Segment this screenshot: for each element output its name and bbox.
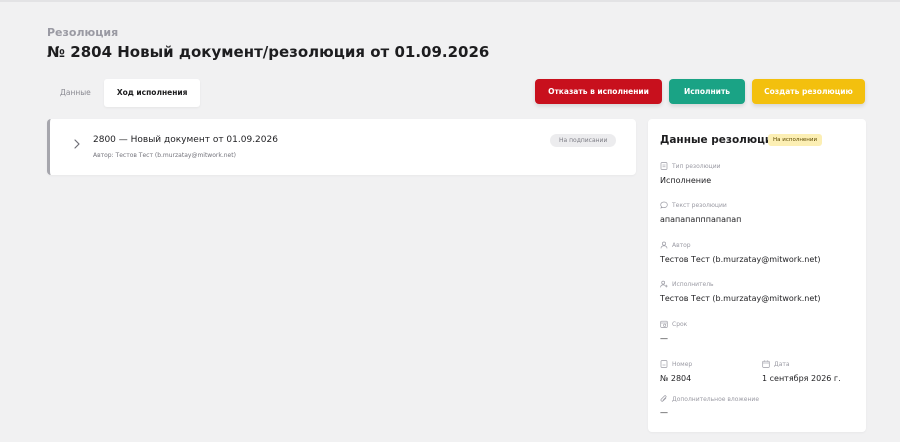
tab-execution-progress[interactable]: Ход исполнения (103, 79, 201, 107)
create-resolution-button[interactable]: Создать резолюцию (752, 79, 865, 104)
paperclip-icon (660, 395, 667, 402)
reject-execution-button[interactable]: Отказать в исполнении (535, 79, 662, 104)
field-author-value: Тестов Тест (b.murzatay@mitwork.net) (660, 255, 821, 264)
comment-icon (660, 201, 668, 209)
top-divider (0, 0, 900, 2)
field-number-label: Номер (660, 360, 692, 368)
field-number-label-text: Номер (672, 360, 693, 368)
field-date-label: Дата (762, 360, 790, 368)
document-author: Автор: Тестов Тест (b.murzatay@mitwork.n… (93, 152, 236, 159)
field-attachment-value: — (660, 408, 668, 417)
field-text-label-text: Текст резолюции (672, 201, 727, 209)
document-card[interactable]: 2800 — Новый документ от 01.09.2026 Авто… (47, 119, 636, 175)
calendar-clock-icon (660, 320, 668, 328)
user-add-icon (660, 280, 668, 288)
user-icon (660, 241, 668, 249)
field-date-value: 1 сентября 2026 г. (762, 374, 841, 383)
field-date-label-text: Дата (774, 360, 790, 368)
field-type-value: Исполнение (660, 176, 712, 185)
field-executor-value: Тестов Тест (b.murzatay@mitwork.net) (660, 294, 821, 303)
field-deadline-label: Срок (660, 320, 687, 328)
field-text-label: Текст резолюции (660, 201, 727, 209)
tab-data[interactable]: Данные (47, 79, 104, 107)
page-title: № 2804 Новый документ/резолюция от 01.09… (47, 43, 490, 61)
resolution-details-panel: Данные резолюции На исполнении Тип резол… (648, 119, 866, 432)
field-deadline-value: — (660, 334, 668, 343)
field-deadline-label-text: Срок (672, 320, 688, 328)
field-number-value: № 2804 (660, 374, 692, 383)
section-label: Резолюция (47, 26, 119, 39)
resolution-details-title: Данные резолюции (660, 134, 780, 146)
chevron-right-icon[interactable] (72, 138, 82, 150)
field-type-label-text: Тип резолюции (672, 162, 721, 170)
field-text-value: апапапапппапапап (660, 215, 742, 224)
field-type-label: Тип резолюции (660, 162, 721, 170)
field-attachment-label-text: Дополнительное вложение (672, 395, 760, 403)
field-author-label: Автор (660, 241, 691, 249)
document-status-badge: На подписании (550, 134, 617, 147)
field-author-label-text: Автор (672, 241, 691, 249)
execute-button[interactable]: Исполнить (669, 79, 745, 104)
calendar-icon (762, 360, 770, 368)
field-executor-label-text: Исполнитель (672, 280, 714, 288)
document-number-icon (660, 360, 668, 368)
field-attachment-label: Дополнительное вложение (660, 395, 759, 403)
field-executor-label: Исполнитель (660, 280, 714, 288)
resolution-status-badge: На исполнении (768, 134, 823, 146)
document-title[interactable]: 2800 — Новый документ от 01.09.2026 (93, 135, 278, 145)
tab-bar: Данные Ход исполнения (47, 79, 201, 107)
document-icon (660, 162, 668, 170)
